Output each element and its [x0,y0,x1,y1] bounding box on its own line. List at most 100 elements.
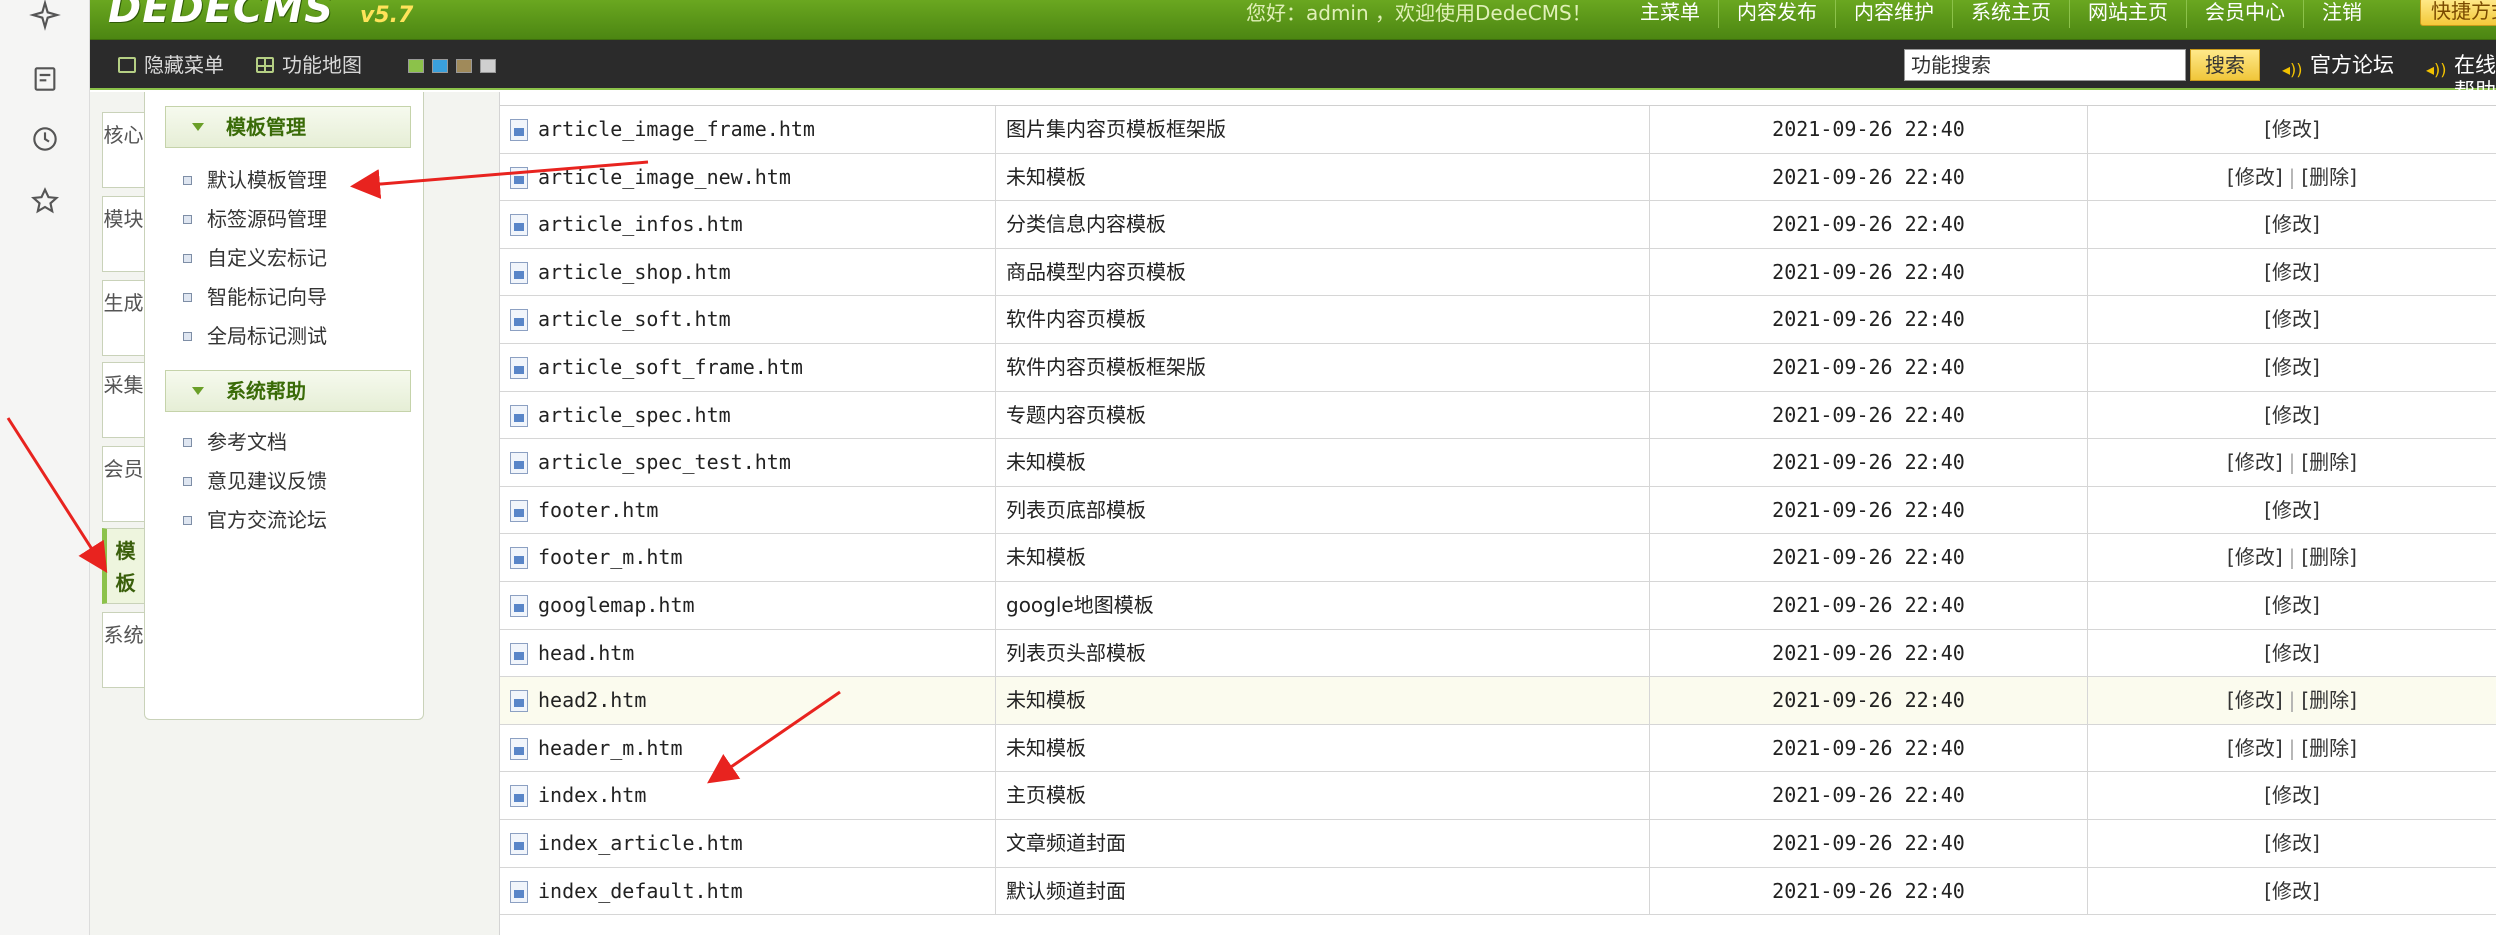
tab-modules[interactable]: 模块 [102,196,144,272]
menu-item-reference-docs[interactable]: 参考文档 [183,428,287,456]
modified-time: 2021-09-26 22:40 [1650,391,2088,439]
nav-logout[interactable]: 注销 [2303,0,2380,28]
file-name-cell: article_infos.htm [500,201,996,248]
table-row: article_infos.htm 分类信息内容模板 2021-09-26 22:4… [500,201,2496,249]
menu-item-global-tag-test[interactable]: 全局标记测试 [183,322,327,350]
skin-gray[interactable] [480,59,496,73]
edit-link[interactable]: [修改] [2264,879,2320,903]
actions-cell: [修改] [2088,772,2496,819]
actions-cell: [修改] [2088,820,2496,867]
nav-member-center[interactable]: 会员中心 [2186,0,2303,28]
table-row: article_soft.htm 软件内容页模板 2021-09-26 22:40 [… [500,296,2496,344]
history-icon[interactable] [26,120,64,158]
grid-icon [256,57,274,73]
delete-link[interactable]: [删除] [2301,688,2357,712]
file-name: index_default.htm [538,878,743,903]
modified-time: 2021-09-26 22:40 [1650,772,2088,819]
table-row: index.htm 主页模板 2021-09-26 22:40 [修改] [500,772,2496,820]
menu-item-official-forum[interactable]: 官方交流论坛 [183,506,327,534]
edit-link[interactable]: [修改] [2264,117,2320,141]
tab-template[interactable]: 模板 [102,528,144,604]
action-separator: | [2288,688,2296,713]
edit-link[interactable]: [修改] [2264,260,2320,284]
edit-link[interactable]: [修改] [2264,307,2320,331]
nav-system-home[interactable]: 系统主页 [1952,0,2069,28]
delete-link[interactable]: [删除] [2301,545,2357,569]
edit-link[interactable]: [修改] [2264,641,2320,665]
template-management-header[interactable]: 模板管理 [165,106,411,148]
shortcut-dropdown[interactable]: 快捷方式▼ [2420,0,2496,26]
file-name-cell: index_default.htm [500,867,996,915]
tab-collect[interactable]: 采集 [102,362,144,438]
favorites-star-icon[interactable] [26,182,64,220]
modified-time: 2021-09-26 22:40 [1650,439,2088,486]
actions-cell: [修改] | [删除] [2088,534,2496,581]
edit-link[interactable]: [修改] [2227,165,2283,189]
speaker-icon: ◂)) [2426,60,2447,79]
sparkle-icon[interactable] [26,0,64,34]
collections-icon[interactable] [26,60,64,98]
edit-link[interactable]: [修改] [2264,831,2320,855]
official-forum-link[interactable]: ◂)) 官方论坛 [2282,52,2394,79]
edit-link[interactable]: [修改] [2264,498,2320,522]
toolbar: 隐藏菜单 功能地图 功能搜索 搜索 ◂)) 官方论坛 ◂)) 在线帮助 [90,40,2496,103]
file-name-cell: head2.htm [500,677,996,724]
function-map-button[interactable]: 功能地图 [254,52,362,78]
search-button[interactable]: 搜索 [2190,49,2260,81]
html-file-icon [510,404,528,427]
edit-link[interactable]: [修改] [2264,783,2320,807]
edit-link[interactable]: [修改] [2227,545,2283,569]
tab-system[interactable]: 系统 [102,612,144,688]
file-name: head2.htm [538,688,647,713]
html-file-icon [510,595,528,617]
edit-link[interactable]: [修改] [2264,355,2320,379]
hide-menu-button[interactable]: 隐藏菜单 [116,52,224,78]
nav-maintain[interactable]: 内容维护 [1835,0,1952,28]
table-row: googlemap.htm google地图模板 2021-09-26 22:40 [… [500,582,2496,630]
template-description: 主页模板 [996,772,1650,819]
tab-collect-label: 采集 [103,373,144,397]
menu-item-label: 标签源码管理 [207,207,327,231]
dedecms-logo: DEDECMS [108,0,335,32]
menu-item-feedback[interactable]: 意见建议反馈 [183,467,327,495]
edit-link[interactable]: [修改] [2227,688,2283,712]
delete-link[interactable]: [删除] [2301,736,2357,760]
function-search-input[interactable]: 功能搜索 [1904,49,2186,81]
skin-green[interactable] [408,59,424,73]
nav-publish[interactable]: 内容发布 [1718,0,1835,28]
delete-link[interactable]: [删除] [2301,165,2357,189]
menu-item-tag-wizard[interactable]: 智能标记向导 [183,283,327,311]
file-name-cell: article_image_frame.htm [500,106,996,153]
edit-link[interactable]: [修改] [2227,450,2283,474]
template-description: 列表页底部模板 [996,486,1650,534]
table-row: article_image_new.htm 未知模板 2021-09-26 22:4… [500,153,2496,202]
menu-item-custom-macro[interactable]: 自定义宏标记 [183,244,327,272]
tab-core[interactable]: 核心 [102,112,144,188]
modified-time: 2021-09-26 22:40 [1650,486,2088,534]
edit-link[interactable]: [修改] [2264,593,2320,617]
menu-item-default-templates[interactable]: 默认模板管理 [183,166,327,194]
skin-blue[interactable] [432,59,448,73]
html-file-icon [510,119,528,141]
panel-icon [118,57,136,73]
tab-generate[interactable]: 生成 [102,280,144,356]
delete-link[interactable]: [删除] [2301,450,2357,474]
skin-brown[interactable] [456,59,472,73]
file-name: article_image_frame.htm [538,117,815,141]
nav-main-menu[interactable]: 主菜单 [1622,0,1718,28]
edit-link[interactable]: [修改] [2264,403,2320,427]
file-name-cell: article_soft_frame.htm [500,344,996,391]
tab-member[interactable]: 会员 [102,446,144,522]
edit-link[interactable]: [修改] [2227,736,2283,760]
actions-cell: [修改] [2088,106,2496,153]
edit-link[interactable]: [修改] [2264,212,2320,236]
system-help-header[interactable]: 系统帮助 [165,370,411,412]
menu-item-label: 参考文档 [207,430,287,454]
modified-time: 2021-09-26 22:40 [1650,344,2088,391]
file-name: article_spec.htm [538,402,731,427]
html-file-icon [510,547,528,570]
menu-item-tag-source[interactable]: 标签源码管理 [183,205,327,233]
table-row: footer_m.htm 未知模板 2021-09-26 22:40 [修改] | [删除… [500,534,2496,582]
nav-site-home[interactable]: 网站主页 [2069,0,2186,28]
top-header: DEDECMS v5.7 您好：admin ，欢迎使用DedeCMS！ 主菜单 … [90,0,2496,40]
